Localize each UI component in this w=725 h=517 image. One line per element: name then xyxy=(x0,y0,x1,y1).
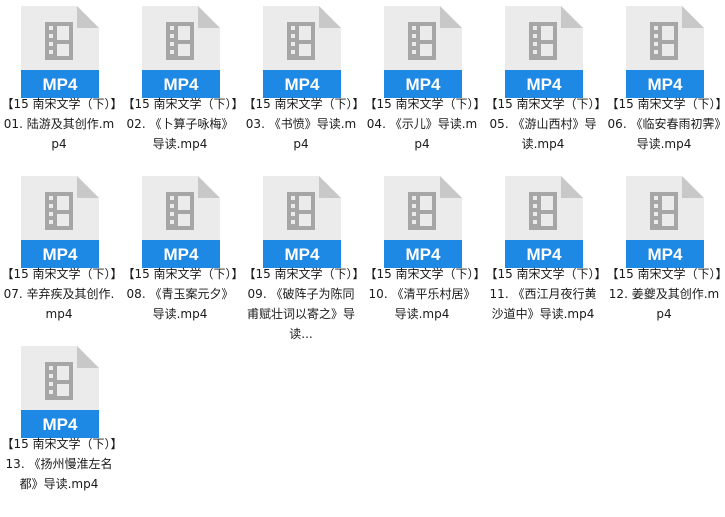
svg-text:MP4: MP4 xyxy=(43,245,79,264)
mp4-file-icon: MP4 xyxy=(505,6,583,98)
svg-text:MP4: MP4 xyxy=(527,75,563,94)
file-name: 【15 南宋文学（下）】12. 姜夔及其创作.mp4 xyxy=(606,267,722,321)
mp4-file-icon: MP4 xyxy=(263,6,341,98)
mp4-file-icon: MP4 xyxy=(505,176,583,268)
mp4-file-icon: MP4 xyxy=(142,176,220,268)
mp4-file-icon: MP4 xyxy=(142,6,220,98)
mp4-file-icon: MP4 xyxy=(626,176,704,268)
file-name: 【15 南宋文学（下）】13. 《扬州慢淮左名都》导读.mp4 xyxy=(1,437,117,491)
svg-text:MP4: MP4 xyxy=(164,75,200,94)
file-name: 【15 南宋文学（下）】05. 《游山西村》导读.mp4 xyxy=(485,97,601,151)
file-name: 【15 南宋文学（下）】09. 《破阵子为陈同甫赋壮词以寄之》导读... xyxy=(243,267,359,341)
svg-text:MP4: MP4 xyxy=(648,75,684,94)
file-item[interactable]: MP4 【15 南宋文学（下）】07. 辛弃疾及其创作.mp4 xyxy=(0,170,118,338)
svg-text:MP4: MP4 xyxy=(43,75,79,94)
file-item[interactable]: MP4 【15 南宋文学（下）】05. 《游山西村》导读.mp4 xyxy=(484,0,602,168)
mp4-file-icon: MP4 xyxy=(384,6,462,98)
file-item[interactable]: MP4 【15 南宋文学（下）】08. 《青玉案元夕》导读.mp4 xyxy=(121,170,239,338)
mp4-file-icon: MP4 xyxy=(21,6,99,98)
file-name: 【15 南宋文学（下）】06. 《临安春雨初霁》导读.mp4 xyxy=(606,97,722,151)
file-item[interactable]: MP4 【15 南宋文学（下）】06. 《临安春雨初霁》导读.mp4 xyxy=(605,0,723,168)
file-name: 【15 南宋文学（下）】11. 《西江月夜行黄沙道中》导读.mp4 xyxy=(485,267,601,321)
file-name: 【15 南宋文学（下）】04. 《示儿》导读.mp4 xyxy=(364,97,480,151)
mp4-file-icon: MP4 xyxy=(384,176,462,268)
svg-text:MP4: MP4 xyxy=(406,75,442,94)
file-name: 【15 南宋文学（下）】02. 《卜算子咏梅》导读.mp4 xyxy=(122,97,238,151)
file-item[interactable]: MP4 【15 南宋文学（下）】04. 《示儿》导读.mp4 xyxy=(363,0,481,168)
svg-text:MP4: MP4 xyxy=(43,415,79,434)
file-name: 【15 南宋文学（下）】03. 《书愤》导读.mp4 xyxy=(243,97,359,151)
file-item[interactable]: MP4 【15 南宋文学（下）】09. 《破阵子为陈同甫赋壮词以寄之》导读... xyxy=(242,170,360,341)
file-item[interactable]: MP4 【15 南宋文学（下）】03. 《书愤》导读.mp4 xyxy=(242,0,360,168)
svg-text:MP4: MP4 xyxy=(285,245,321,264)
mp4-file-icon: MP4 xyxy=(21,346,99,438)
file-item[interactable]: MP4 【15 南宋文学（下）】01. 陆游及其创作.mp4 xyxy=(0,0,118,168)
svg-text:MP4: MP4 xyxy=(164,245,200,264)
svg-text:MP4: MP4 xyxy=(406,245,442,264)
file-name: 【15 南宋文学（下）】07. 辛弃疾及其创作.mp4 xyxy=(1,267,117,321)
file-item[interactable]: MP4 【15 南宋文学（下）】12. 姜夔及其创作.mp4 xyxy=(605,170,723,338)
file-item[interactable]: MP4 【15 南宋文学（下）】10. 《清平乐村居》导读.mp4 xyxy=(363,170,481,338)
svg-text:MP4: MP4 xyxy=(285,75,321,94)
mp4-file-icon: MP4 xyxy=(263,176,341,268)
file-grid: MP4 【15 南宋文学（下）】01. 陆游及其创作.mp4 MP4 【15 南… xyxy=(0,0,725,517)
file-item[interactable]: MP4 【15 南宋文学（下）】02. 《卜算子咏梅》导读.mp4 xyxy=(121,0,239,168)
svg-text:MP4: MP4 xyxy=(527,245,563,264)
mp4-file-icon: MP4 xyxy=(21,176,99,268)
file-name: 【15 南宋文学（下）】10. 《清平乐村居》导读.mp4 xyxy=(364,267,480,321)
file-name: 【15 南宋文学（下）】08. 《青玉案元夕》导读.mp4 xyxy=(122,267,238,321)
file-item[interactable]: MP4 【15 南宋文学（下）】13. 《扬州慢淮左名都》导读.mp4 xyxy=(0,340,118,508)
file-item[interactable]: MP4 【15 南宋文学（下）】11. 《西江月夜行黄沙道中》导读.mp4 xyxy=(484,170,602,338)
file-name: 【15 南宋文学（下）】01. 陆游及其创作.mp4 xyxy=(1,97,117,151)
svg-text:MP4: MP4 xyxy=(648,245,684,264)
mp4-file-icon: MP4 xyxy=(626,6,704,98)
